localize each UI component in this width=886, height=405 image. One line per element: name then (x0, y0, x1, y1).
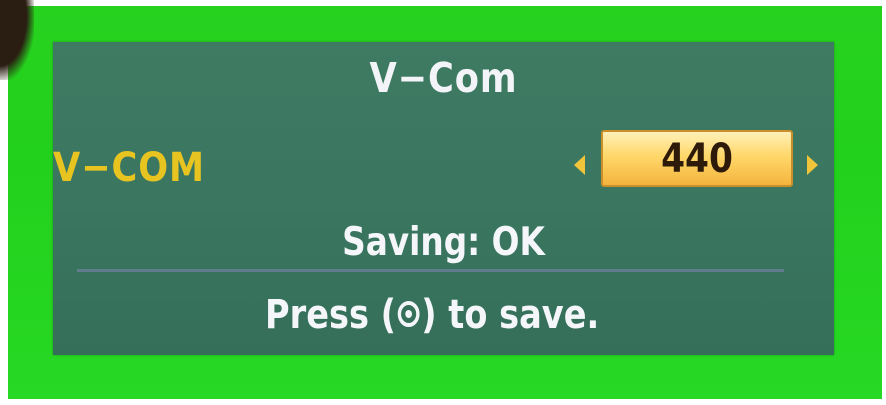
vcom-setting-label: V−COM (53, 145, 205, 191)
save-hint-prefix: Press ( (265, 292, 397, 338)
monitor-bezel-corner (0, 0, 34, 80)
save-hint-suffix: ) to save. (421, 292, 600, 338)
increase-arrow-icon[interactable] (807, 155, 818, 175)
osd-title: V−Com (369, 54, 518, 102)
osd-panel: V−Com V−COM 440 Saving: OK Press ( ) to s… (53, 42, 834, 355)
save-hint: Press ( ) to save. (265, 292, 735, 338)
screen: V−Com V−COM 440 Saving: OK Press ( ) to s… (0, 0, 886, 405)
decrease-arrow-icon[interactable] (574, 155, 585, 175)
vcom-value-selector[interactable]: 440 (601, 130, 793, 187)
ok-button-icon (397, 301, 420, 327)
divider (77, 269, 784, 272)
vcom-value: 440 (661, 136, 733, 182)
saving-status: Saving: OK (342, 220, 545, 265)
